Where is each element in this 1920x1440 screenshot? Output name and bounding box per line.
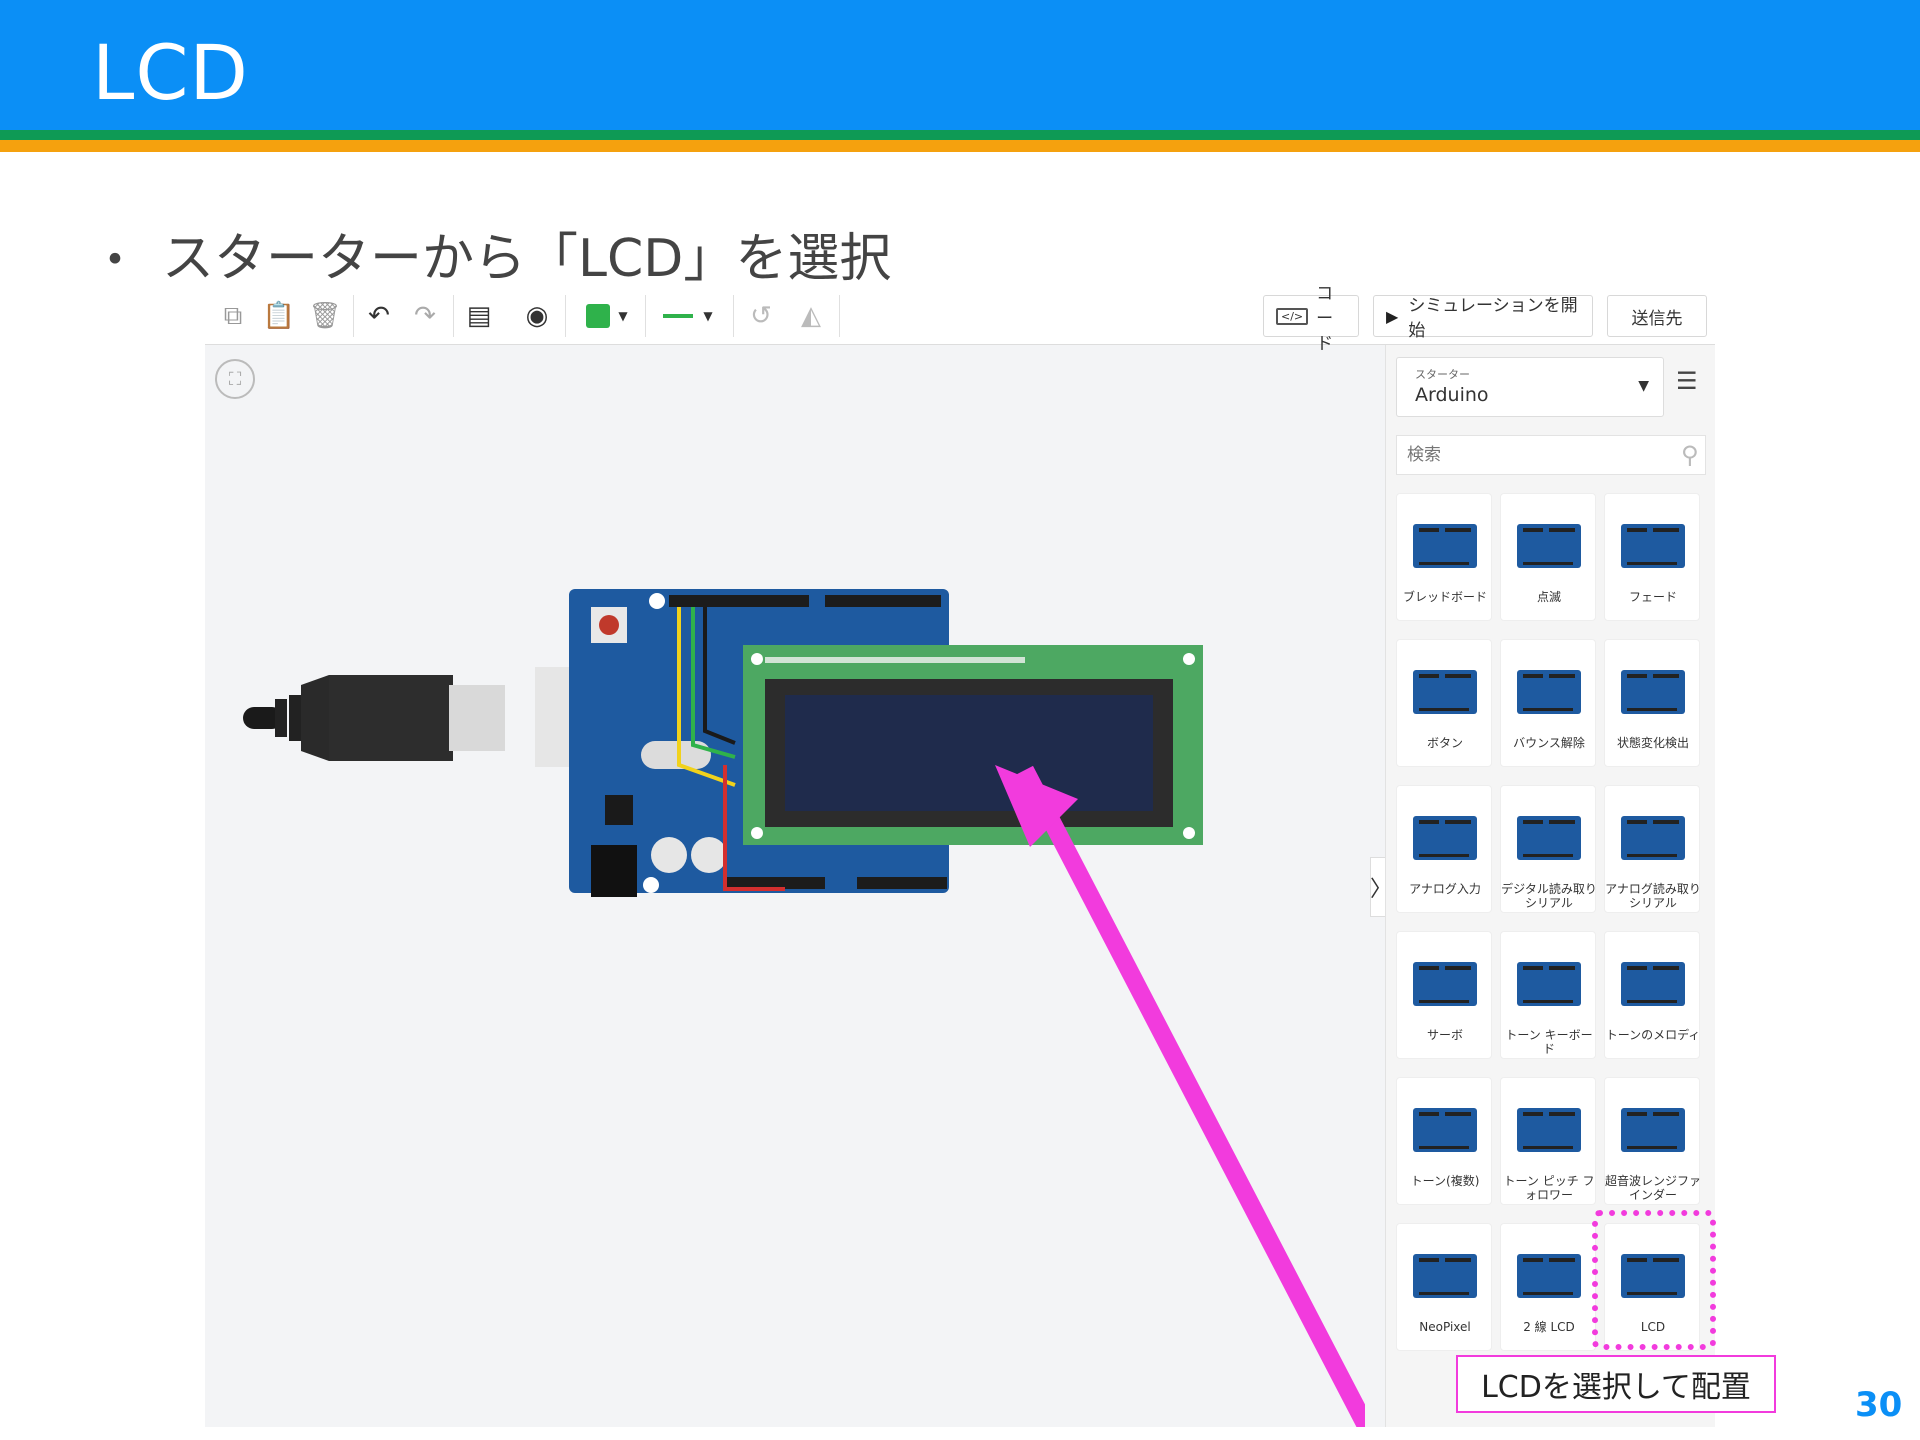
note-icon[interactable]: ▤ (459, 295, 499, 337)
starter-card[interactable]: バウンス解除 (1500, 639, 1596, 767)
arduino-thumbnail-icon (1409, 514, 1481, 572)
mirror-icon[interactable]: ◭ (791, 295, 831, 337)
usb-cable[interactable] (243, 667, 595, 767)
slide-title: LCD (92, 28, 249, 117)
chevron-down-icon: ▼ (618, 309, 628, 323)
redo-icon[interactable]: ↷ (405, 295, 445, 337)
wire-type-picker[interactable]: ▼ (653, 295, 723, 337)
arduino-thumbnail-icon (1617, 660, 1689, 718)
chevron-down-icon: ▼ (1638, 378, 1649, 394)
starter-card-label: 超音波レンジファインダー (1605, 1174, 1702, 1202)
starter-card[interactable]: 2 線 LCD (1500, 1223, 1596, 1351)
send-to-label: 送信先 (1631, 308, 1683, 329)
arduino-thumbnail-icon (1513, 1244, 1585, 1302)
starter-card[interactable]: アナログ読み取りシリアル (1604, 785, 1701, 913)
code-icon: </> (1276, 307, 1309, 325)
play-icon: ▶ (1386, 306, 1399, 326)
circuit-canvas[interactable] (205, 345, 1365, 1427)
header-stripe-green (0, 130, 1920, 140)
starter-card[interactable]: ブレッドボード (1396, 493, 1492, 621)
search-icon: ⚲ (1681, 441, 1699, 469)
bullet-text: スターターから「LCD」を選択 (162, 229, 892, 289)
code-button[interactable]: </> コード (1263, 287, 1359, 354)
copy-icon[interactable]: ⧉ (213, 295, 253, 337)
starter-card[interactable]: トーン ピッチ フォロワー (1500, 1077, 1596, 1205)
starter-dropdown-value: Arduino (1415, 384, 1489, 406)
starter-card[interactable]: 超音波レンジファインダー (1604, 1077, 1702, 1205)
paste-icon[interactable]: 📋 (259, 295, 299, 337)
header-stripe-orange (0, 140, 1920, 152)
starter-card[interactable]: 点滅 (1500, 493, 1596, 621)
wire-line-icon (663, 314, 694, 318)
starter-card-label: トーン キーボード (1505, 1028, 1593, 1056)
starter-card-label: 点滅 (1536, 590, 1561, 604)
starter-dropdown-label: スターター (1415, 368, 1470, 381)
delete-icon[interactable]: 🗑 (305, 295, 345, 337)
color-picker[interactable]: ▼ (577, 295, 637, 337)
starter-card[interactable]: トーン キーボード (1500, 931, 1596, 1059)
starter-card[interactable]: サーボ (1396, 931, 1492, 1059)
starter-card-label: サーボ (1426, 1028, 1463, 1042)
tinkercad-screenshot: ⧉ 📋 🗑 ↶ ↷ ▤ ◉ ▼ ▼ ↺ ◭ </> コード ▶ シミュレーション… (205, 287, 1715, 1427)
arduino-thumbnail-icon (1617, 1098, 1689, 1156)
arduino-thumbnail-icon (1409, 660, 1481, 718)
starter-card-label: 状態変化検出 (1616, 736, 1689, 750)
arduino-thumbnail-icon (1617, 806, 1689, 864)
starter-card[interactable]: トーン(複数) (1396, 1077, 1492, 1205)
arduino-thumbnail-icon (1409, 952, 1481, 1010)
arduino-thumbnail-icon (1513, 806, 1585, 864)
starter-card[interactable]: 状態変化検出 (1604, 639, 1700, 767)
arduino-thumbnail-icon (1617, 952, 1689, 1010)
starter-card[interactable]: フェード (1604, 493, 1700, 621)
starter-card-label: トーンのメロディ (1605, 1028, 1701, 1042)
start-simulation-button[interactable]: ▶ シミュレーションを開始 (1373, 295, 1593, 341)
undo-icon[interactable]: ↶ (359, 295, 399, 337)
starter-card[interactable]: デジタル読み取りシリアル (1500, 785, 1597, 913)
starter-card-label: アナログ入力 (1409, 882, 1481, 896)
starter-dropdown[interactable]: スターター Arduino ▼ (1396, 357, 1664, 417)
slide: LCD ・ スターターから「LCD」を選択 ⧉ 📋 🗑 ↶ ↷ ▤ ◉ ▼ ▼ (0, 0, 1920, 1440)
rotate-icon[interactable]: ↺ (741, 295, 781, 337)
start-simulation-label: シミュレーションを開始 (1408, 296, 1578, 341)
send-to-button[interactable]: 送信先 (1607, 295, 1707, 337)
starter-card-label: バウンス解除 (1513, 736, 1585, 750)
color-swatch (586, 304, 611, 328)
starter-card-label: アナログ読み取りシリアル (1605, 882, 1701, 910)
arduino-thumbnail-icon (1513, 952, 1585, 1010)
editor-toolbar: ⧉ 📋 🗑 ↶ ↷ ▤ ◉ ▼ ▼ ↺ ◭ </> コード ▶ シミュレーション… (205, 287, 1715, 354)
pointer-arrow (995, 765, 1365, 1427)
list-view-icon[interactable]: ☰ (1676, 367, 1698, 395)
starter-card-label: NeoPixel (1419, 1320, 1471, 1334)
starter-card-label: デジタル読み取りシリアル (1501, 882, 1597, 910)
callout-label: LCDを選択して配置 (1456, 1355, 1776, 1413)
lcd-module[interactable] (743, 645, 1203, 845)
starter-card-label: トーン(複数) (1410, 1174, 1480, 1188)
arduino-thumbnail-icon (1513, 1098, 1585, 1156)
starter-card[interactable]: NeoPixel (1396, 1223, 1492, 1351)
starter-card[interactable]: トーンのメロディ (1604, 931, 1700, 1059)
arduino-thumbnail-icon (1513, 514, 1585, 572)
bullet-marker: ・ (90, 231, 140, 289)
starter-card[interactable]: アナログ入力 (1396, 785, 1492, 913)
starter-card-label: 2 線 LCD (1523, 1320, 1575, 1334)
starter-card[interactable]: ボタン (1396, 639, 1492, 767)
starter-card-label: トーン ピッチ フォロワー (1503, 1174, 1595, 1202)
arduino-thumbnail-icon (1409, 806, 1481, 864)
code-button-label: コード (1316, 287, 1334, 354)
arduino-thumbnail-icon (1617, 514, 1689, 572)
arduino-thumbnail-icon (1409, 1244, 1481, 1302)
notes-visibility-icon[interactable]: ◉ (517, 295, 557, 337)
lcd-card-highlight (1592, 1210, 1716, 1350)
page-number: 30 (1855, 1385, 1903, 1425)
starter-card-label: フェード (1628, 590, 1677, 604)
arduino-thumbnail-icon (1513, 660, 1585, 718)
slide-header (0, 0, 1920, 130)
starter-card-label: ブレッドボード (1402, 590, 1487, 604)
search-input[interactable] (1396, 435, 1706, 475)
starter-card-label: ボタン (1426, 736, 1463, 750)
chevron-down-icon: ▼ (703, 309, 713, 323)
arduino-thumbnail-icon (1409, 1098, 1481, 1156)
